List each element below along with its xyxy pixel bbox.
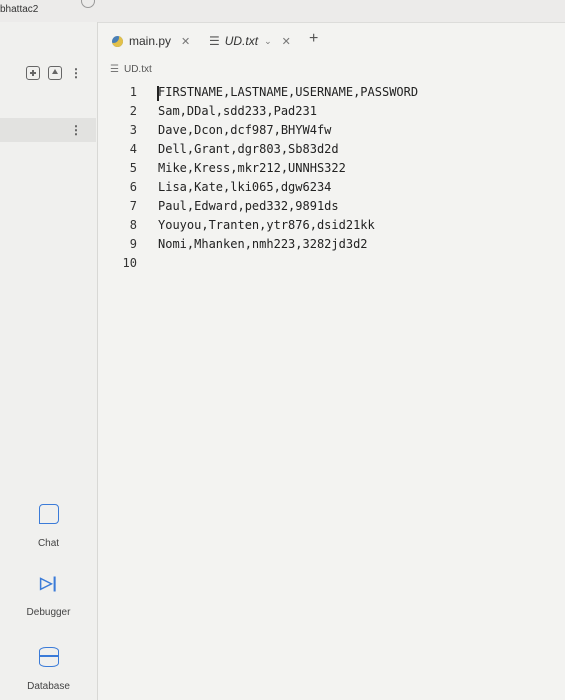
tab-bar: main.py ✕ ☰ UD.txt ⌄ ✕ + — [97, 22, 565, 60]
line-number: 10 — [122, 256, 137, 270]
upload-icon[interactable] — [48, 66, 62, 80]
chat-label: Chat — [37, 538, 60, 549]
line-text: Mike,Kress,mkr212,UNNHS322 — [158, 161, 346, 175]
line-text: Dave,Dcon,dcf987,BHYW4fw — [158, 123, 332, 137]
line-text: Paul,Edward,ped332,9891ds — [158, 199, 339, 213]
new-file-icon[interactable] — [26, 66, 40, 80]
line-text: Youyou,Tranten,ytr876,dsid21kk — [158, 218, 375, 232]
line-number: 8 — [129, 218, 137, 232]
line-number: 1 — [129, 85, 137, 99]
sidebar-item-chat[interactable]: Chat — [0, 504, 97, 549]
user-name: bhattac2 — [0, 4, 39, 15]
text-file-icon: ☰ — [110, 64, 119, 75]
line-text: FIRSTNAME,LASTNAME,USERNAME,PASSWORD — [158, 85, 419, 99]
line-text: Sam,DDal,sdd233,Pad231 — [158, 104, 317, 118]
close-icon[interactable]: ✕ — [282, 35, 291, 48]
account-icon[interactable] — [81, 0, 95, 8]
line-number: 9 — [129, 237, 137, 251]
more-options-icon[interactable]: ⋮ — [70, 67, 82, 79]
file-tools: ⋮ — [26, 66, 82, 80]
breadcrumb: ☰ UD.txt — [110, 64, 152, 75]
line-number: 7 — [129, 199, 137, 213]
database-label: Database — [27, 681, 70, 692]
line-number: 5 — [129, 161, 137, 175]
line-text: Dell,Grant,dgr803,Sb83d2d — [158, 142, 339, 156]
sidebar-item-debugger[interactable]: ▷| Debugger — [0, 575, 97, 618]
line-number: 3 — [129, 123, 137, 137]
debugger-icon: ▷| — [40, 575, 57, 592]
tab-label: main.py — [129, 34, 172, 48]
line-number: 2 — [129, 104, 137, 118]
chat-icon — [38, 504, 59, 524]
line-text: Nomi,Mhanken,nmh223,3282jd3d2 — [158, 237, 368, 251]
text-file-icon: ☰ — [209, 34, 220, 48]
line-number: 4 — [129, 142, 137, 156]
tab-ud-txt[interactable]: ☰ UD.txt ⌄ ✕ — [209, 34, 291, 48]
close-icon[interactable]: ✕ — [181, 35, 190, 48]
chevron-down-icon[interactable]: ⌄ — [264, 36, 272, 47]
database-icon — [38, 647, 59, 667]
breadcrumb-file[interactable]: UD.txt — [124, 64, 152, 75]
tab-main-py[interactable]: main.py ✕ — [112, 34, 190, 48]
tab-label: UD.txt — [224, 34, 259, 48]
line-number: 6 — [129, 180, 137, 194]
add-tab-icon[interactable]: + — [309, 30, 318, 48]
file-tree-item-selected[interactable]: ⋮ — [0, 118, 96, 142]
line-text: Lisa,Kate,lki065,dgw6234 — [158, 180, 332, 194]
sidebar-item-database[interactable]: Database — [0, 647, 97, 692]
debugger-label: Debugger — [26, 607, 71, 618]
sidebar: ⋮ ⋮ Chat ▷| Debugger Database — [0, 22, 98, 700]
item-options-icon[interactable]: ⋮ — [70, 123, 82, 137]
top-bar: bhattac2 — [0, 0, 565, 23]
python-icon — [112, 35, 123, 47]
